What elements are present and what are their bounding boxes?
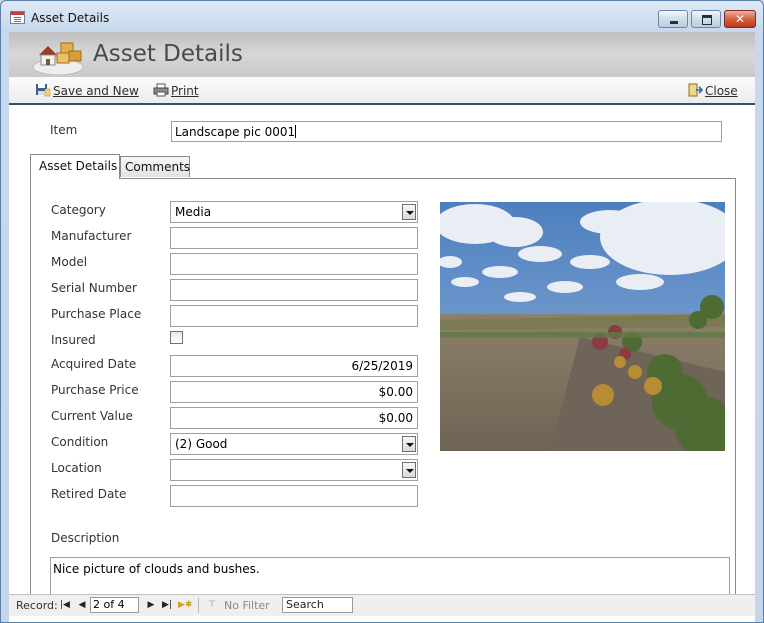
no-filter-button[interactable]: No Filter (224, 599, 270, 612)
toolbar: Save and New Print Close (9, 77, 755, 105)
location-select[interactable] (170, 459, 418, 481)
insured-checkbox[interactable] (170, 331, 183, 344)
printer-icon (153, 83, 169, 97)
condition-value: (2) Good (175, 437, 228, 451)
text-caret (295, 125, 297, 138)
asset-photo[interactable] (440, 202, 725, 451)
model-label: Model (51, 255, 88, 269)
search-input[interactable]: Search (282, 597, 353, 613)
form-client: Asset Details Save and New Print Close I… (9, 32, 755, 622)
model-field[interactable] (170, 253, 418, 275)
purchase-price-label: Purchase Price (51, 383, 139, 397)
description-label: Description (51, 531, 120, 545)
close-form-icon (688, 83, 703, 97)
new-record-icon[interactable]: ▶✱ (178, 599, 192, 611)
chevron-down-icon[interactable] (402, 204, 416, 220)
current-value-field[interactable]: $0.00 (170, 407, 418, 429)
previous-record-icon[interactable]: ◀ (77, 599, 87, 611)
item-label: Item (50, 123, 78, 137)
current-record-field[interactable]: 2 of 4 (90, 597, 139, 613)
purchase-price-field[interactable]: $0.00 (170, 381, 418, 403)
insured-label: Insured (51, 333, 96, 347)
current-value-label: Current Value (51, 409, 133, 423)
item-value: Landscape pic 0001 (175, 125, 296, 139)
no-filter-label: No Filter (224, 599, 270, 612)
save-and-new-button[interactable]: Save and New (35, 83, 139, 98)
close-form-button[interactable]: Close (687, 83, 738, 98)
category-label: Category (51, 203, 106, 217)
serial-number-field[interactable] (170, 279, 418, 301)
first-record-icon[interactable]: |◀ (60, 599, 70, 611)
acquired-date-field[interactable]: 6/25/2019 (170, 355, 418, 377)
save-new-icon (36, 84, 51, 97)
window-title: Asset Details (31, 11, 110, 25)
location-label: Location (51, 461, 102, 475)
condition-label: Condition (51, 435, 109, 449)
close-window-button[interactable]: ✕ (724, 10, 756, 28)
category-value: Media (175, 205, 212, 219)
record-label: Record: (16, 599, 58, 612)
filter-icon: ⊤ (208, 600, 216, 610)
retired-date-field[interactable] (170, 485, 418, 507)
chevron-down-icon[interactable] (402, 436, 416, 452)
form-header: Asset Details (9, 32, 755, 77)
condition-select[interactable]: (2) Good (170, 433, 418, 455)
next-record-icon[interactable]: ▶ (146, 599, 156, 611)
item-field[interactable]: Landscape pic 0001 (171, 121, 722, 142)
manufacturer-label: Manufacturer (51, 229, 132, 243)
record-navigation-bar: Record: |◀ ◀ 2 of 4 ▶ ▶| ▶✱ ⊤ No Filter … (9, 594, 755, 616)
maximize-button[interactable] (691, 10, 721, 28)
last-record-icon[interactable]: ▶| (162, 599, 172, 611)
retired-date-label: Retired Date (51, 487, 127, 501)
description-field[interactable]: Nice picture of clouds and bushes. (50, 557, 730, 597)
manufacturer-field[interactable] (170, 227, 418, 249)
tab-asset-details[interactable]: Asset Details (30, 154, 120, 179)
page-title: Asset Details (93, 41, 243, 67)
chevron-down-icon[interactable] (402, 462, 416, 478)
form-icon (10, 11, 25, 24)
tab-comments[interactable]: Comments (120, 156, 190, 177)
minimize-button[interactable] (658, 10, 688, 28)
purchase-place-label: Purchase Place (51, 307, 142, 321)
acquired-date-label: Acquired Date (51, 357, 137, 371)
separator (198, 598, 199, 613)
serial-number-label: Serial Number (51, 281, 137, 295)
category-select[interactable]: Media (170, 201, 418, 223)
purchase-place-field[interactable] (170, 305, 418, 327)
print-button[interactable]: Print (153, 83, 199, 98)
boxes-house-icon (32, 42, 84, 75)
window: Asset Details ✕ Asset Details Save and N… (0, 0, 764, 623)
title-bar[interactable]: Asset Details ✕ (1, 1, 763, 31)
